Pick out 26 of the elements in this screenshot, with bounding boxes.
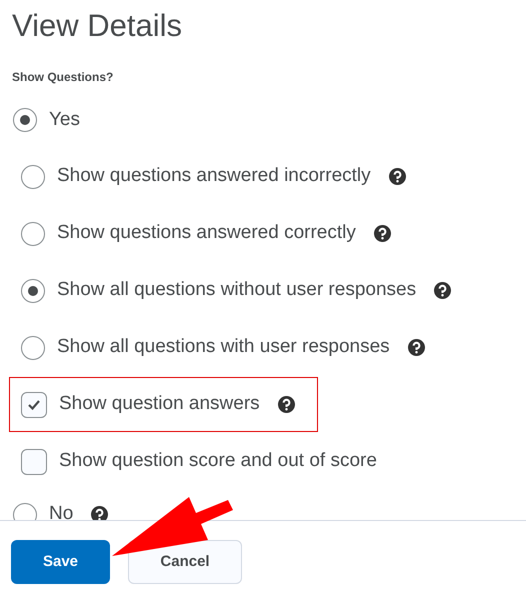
option-label: Show question answers [59,392,260,416]
help-icon[interactable] [408,339,425,356]
option-label: No [49,502,74,520]
question-label: Show Questions? [12,70,114,84]
radio-button[interactable] [21,164,45,188]
help-icon[interactable] [388,168,406,185]
help-icon[interactable] [278,396,295,413]
option-label: Show all questions with user responses [57,335,390,360]
radio-button[interactable] [21,278,45,302]
help-icon[interactable] [434,282,452,299]
save-button[interactable]: Save [11,540,110,584]
option-label: Show questions answered correctly [57,221,356,246]
option-label: Show all questions without user responses [57,278,416,302]
radio-button[interactable] [21,336,45,360]
radio-button[interactable] [13,502,37,520]
radio-button[interactable] [21,222,45,246]
option-label: Show question score and out of score [59,449,377,474]
checkbox[interactable] [21,392,47,418]
radio-button[interactable] [13,108,37,132]
checkbox[interactable] [21,448,47,474]
help-icon[interactable] [374,225,391,242]
option-label: Show questions answered incorrectly [57,164,371,188]
help-icon[interactable] [91,506,108,520]
page-title: View Details [12,10,182,40]
check-icon [27,398,41,410]
option-label: Yes [49,108,80,132]
